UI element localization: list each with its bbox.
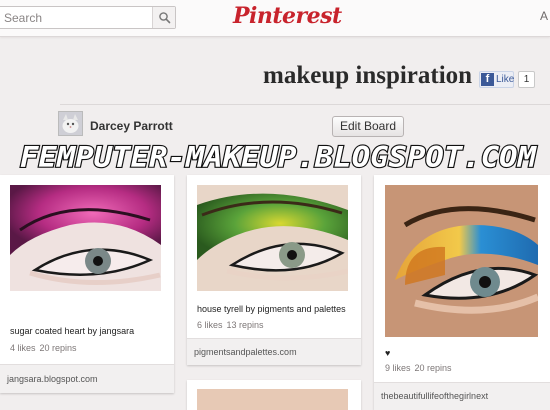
like-count: 1: [518, 71, 535, 88]
search-button[interactable]: [152, 7, 175, 28]
pin-likes[interactable]: 6 likes: [197, 320, 223, 330]
pin-card[interactable]: ♥ 9 likes 20 repins thebeautifullifeofthe…: [374, 175, 550, 410]
avatar-cat-image: [59, 112, 82, 135]
pin-source[interactable]: jangsara.blogspot.com: [0, 364, 174, 393]
search-input[interactable]: [0, 7, 149, 28]
pin-likes[interactable]: 4 likes: [10, 343, 36, 353]
board-title: makeup inspiration: [263, 62, 473, 89]
pin-card[interactable]: sugar coated heart by jangsara 4 likes 20…: [0, 175, 174, 393]
facebook-icon: f: [481, 73, 494, 86]
watermark-text: FEMPUTER-MAKEUP.BLOGSPOT.COM: [20, 141, 537, 174]
pin-description: ♥: [385, 348, 391, 358]
pin-image[interactable]: [197, 185, 348, 291]
pin-repins[interactable]: 20 repins: [415, 363, 452, 373]
pin-source[interactable]: pigmentsandpalettes.com: [187, 338, 361, 365]
pinterest-logo[interactable]: Pinterest: [233, 3, 342, 29]
pin-source[interactable]: thebeautifullifeofthegirlnext: [374, 382, 550, 410]
magnifier-icon: [159, 12, 171, 24]
pin-description: sugar coated heart by jangsara: [10, 326, 135, 336]
pin-image[interactable]: [385, 185, 538, 337]
search-box: [0, 6, 176, 29]
pin-image[interactable]: [10, 185, 161, 291]
pin-card[interactable]: house tyrell by pigments and palettes 6 …: [187, 175, 361, 365]
pin-card[interactable]: [187, 380, 361, 410]
edit-board-button[interactable]: Edit Board: [332, 116, 404, 137]
avatar[interactable]: [58, 111, 83, 136]
pin-stats: 9 likes 20 repins: [385, 363, 456, 373]
pin-stats: 4 likes 20 repins: [10, 343, 81, 353]
facebook-like-button[interactable]: f Like: [479, 71, 514, 88]
pin-repins[interactable]: 13 repins: [227, 320, 264, 330]
top-navigation-bar: Pinterest A: [0, 0, 550, 37]
pin-image[interactable]: [197, 389, 348, 410]
header-divider: [60, 104, 550, 105]
like-label: Like: [496, 74, 515, 85]
pin-stats: 6 likes 13 repins: [197, 320, 268, 330]
watermark-banner: FEMPUTER-MAKEUP.BLOGSPOT.COM: [19, 141, 538, 175]
pin-repins[interactable]: 20 repins: [40, 343, 77, 353]
about-menu[interactable]: A: [540, 9, 548, 23]
pin-likes[interactable]: 9 likes: [385, 363, 411, 373]
board-owner-name[interactable]: Darcey Parrott: [90, 119, 173, 133]
pin-description: house tyrell by pigments and palettes: [197, 304, 346, 314]
